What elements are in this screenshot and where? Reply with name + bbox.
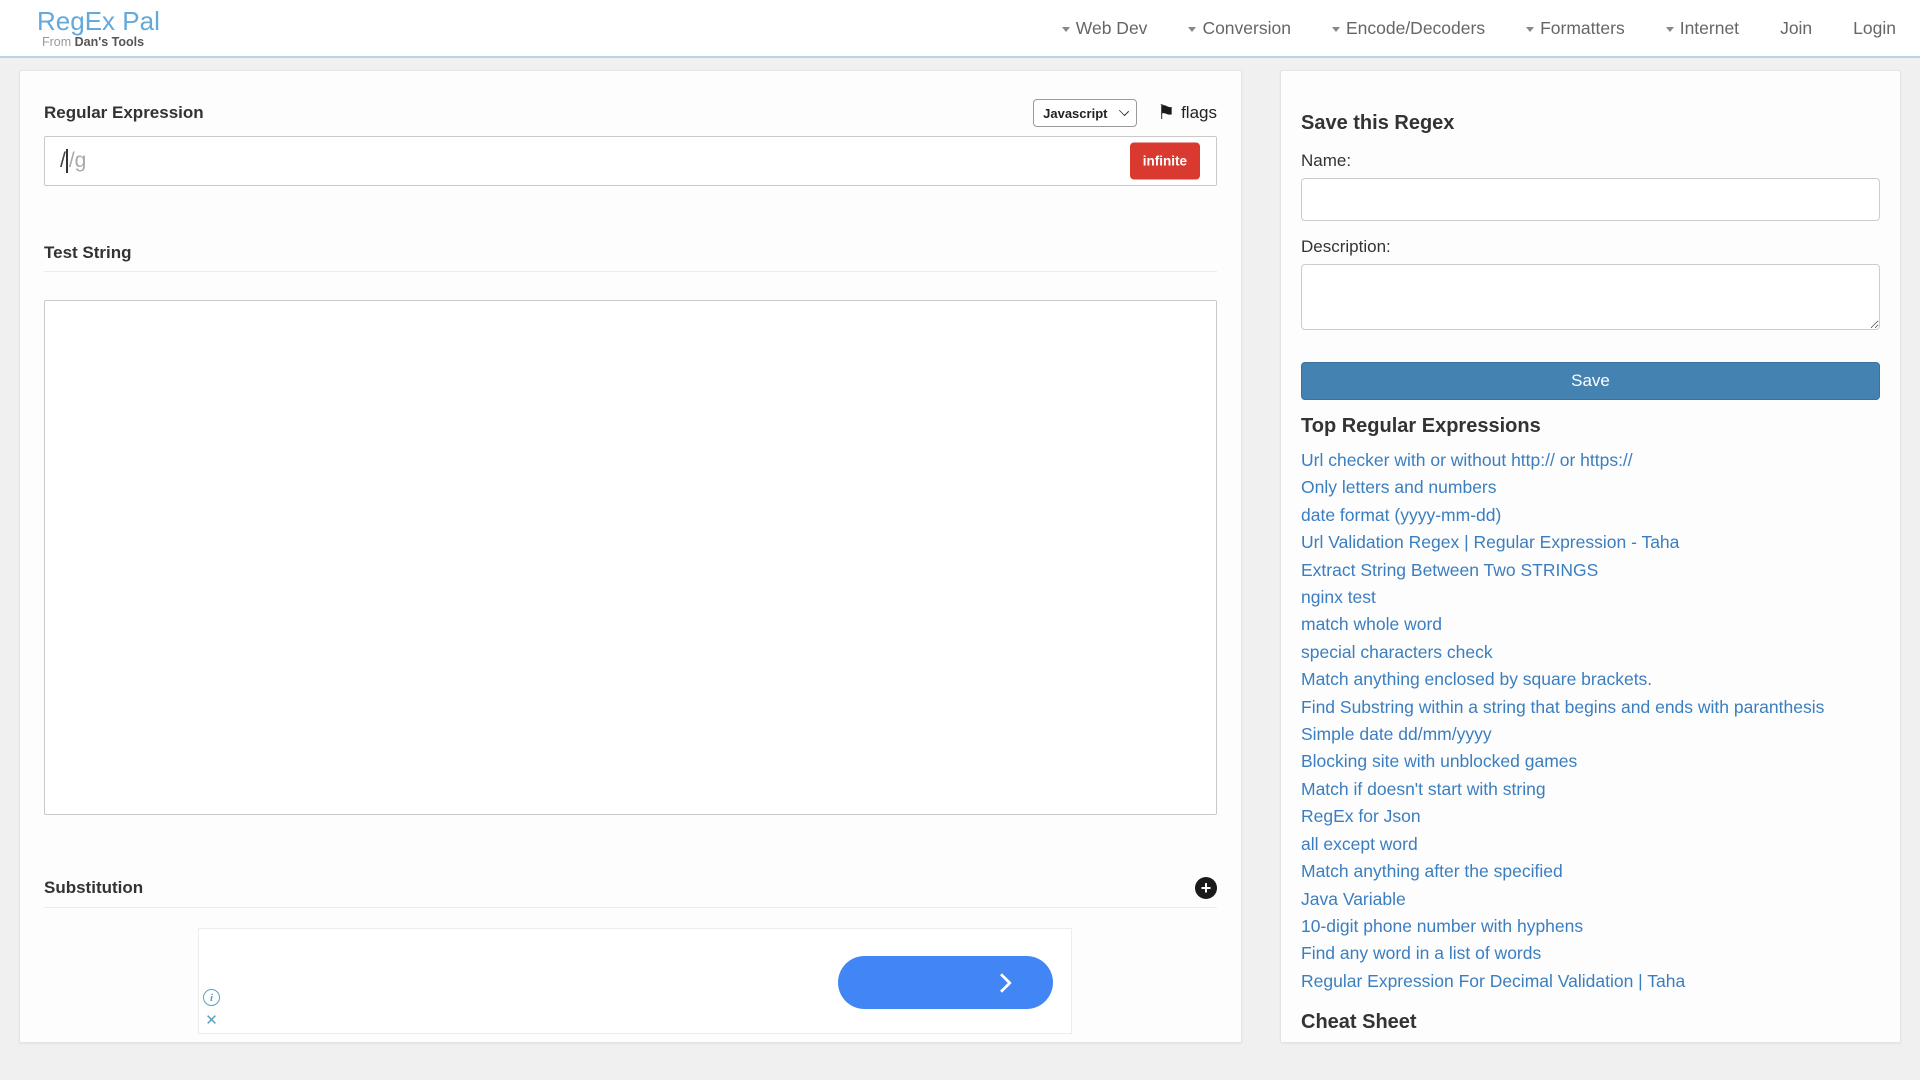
regex-delimiter-open: / (60, 149, 66, 172)
divider (44, 907, 1217, 908)
nav-item-join[interactable]: Join (1780, 18, 1812, 39)
top-regex-link[interactable]: nginx test (1301, 584, 1880, 611)
brand-tagline: From Dan's Tools (42, 35, 160, 49)
regex-delimiter-close: /g (69, 149, 87, 172)
top-regex-link[interactable]: Find Substring within a string that begi… (1301, 694, 1880, 721)
regex-editor-panel: Regular Expression Javascript ⚑ flags //… (19, 70, 1242, 1043)
top-regex-link[interactable]: Match anything after the specified (1301, 858, 1880, 885)
chevron-down-icon (1332, 27, 1340, 32)
top-regex-link[interactable]: Url checker with or without http:// or h… (1301, 447, 1880, 474)
top-regex-link[interactable]: Only letters and numbers (1301, 474, 1880, 501)
top-regex-link[interactable]: special characters check (1301, 639, 1880, 666)
top-regex-link[interactable]: Extract String Between Two STRINGS (1301, 557, 1880, 584)
description-label: Description: (1301, 237, 1880, 257)
top-regex-link[interactable]: Url Validation Regex | Regular Expressio… (1301, 529, 1880, 556)
top-regex-link[interactable]: match whole word (1301, 611, 1880, 638)
ad-close-icon[interactable]: ✕ (203, 1012, 220, 1029)
plus-icon: + (1201, 879, 1212, 897)
infinite-button[interactable]: infinite (1130, 143, 1200, 180)
nav-item-internet[interactable]: Internet (1666, 18, 1739, 39)
regex-tools: Javascript ⚑ flags (1033, 99, 1217, 127)
top-regex-title: Top Regular Expressions (1301, 415, 1880, 438)
regex-header-row: Regular Expression Javascript ⚑ flags (44, 99, 1217, 127)
chevron-down-icon (1188, 27, 1196, 32)
nav-item-label: Conversion (1202, 18, 1291, 39)
nav-item-web-dev[interactable]: Web Dev (1062, 18, 1148, 39)
brand-tagline-prefix: From (42, 35, 71, 49)
chevron-down-icon (1666, 27, 1674, 32)
chevron-down-icon (1526, 27, 1534, 32)
top-navbar: RegEx Pal From Dan's Tools Web Dev Conve… (0, 0, 1920, 58)
flavor-select-wrap: Javascript (1033, 99, 1137, 127)
nav-item-label: Web Dev (1076, 18, 1148, 39)
chevron-right-icon (995, 976, 1009, 990)
top-regex-list: Url checker with or without http:// or h… (1301, 447, 1880, 995)
ad-info-icon[interactable]: i (203, 989, 220, 1006)
top-regex-link[interactable]: Match anything enclosed by square bracke… (1301, 666, 1880, 693)
chevron-down-icon (1062, 27, 1070, 32)
regex-description-textarea[interactable] (1301, 264, 1880, 330)
nav-item-formatters[interactable]: Formatters (1526, 18, 1625, 39)
regex-input[interactable]: //g infinite (44, 136, 1217, 186)
test-string-label: Test String (44, 243, 1217, 263)
top-regex-link[interactable]: RegEx for Json (1301, 803, 1880, 830)
nav-item-conversion[interactable]: Conversion (1188, 18, 1291, 39)
test-string-textarea[interactable] (44, 300, 1217, 815)
flags-label: flags (1181, 103, 1217, 123)
regex-flavor-select[interactable]: Javascript (1033, 99, 1137, 127)
regular-expression-label: Regular Expression (44, 103, 204, 123)
top-regex-link[interactable]: all except word (1301, 831, 1880, 858)
nav-item-label: Join (1780, 18, 1812, 39)
save-button[interactable]: Save (1301, 362, 1880, 400)
sidebar-panel: Save this Regex Name: Description: Save … (1280, 70, 1901, 1043)
top-regex-link[interactable]: Simple date dd/mm/yyyy (1301, 721, 1880, 748)
add-substitution-button[interactable]: + (1195, 877, 1217, 899)
substitution-label: Substitution (44, 878, 143, 898)
nav-item-label: Encode/Decoders (1346, 18, 1485, 39)
cheat-sheet-title: Cheat Sheet (1301, 1011, 1880, 1034)
nav-item-label: Login (1853, 18, 1896, 39)
save-regex-title: Save this Regex (1301, 112, 1880, 135)
nav-item-label: Internet (1680, 18, 1739, 39)
top-regex-link[interactable]: Blocking site with unblocked games (1301, 748, 1880, 775)
regex-input-value: //g (60, 149, 86, 173)
name-label: Name: (1301, 151, 1880, 171)
regex-name-input[interactable] (1301, 178, 1880, 221)
top-regex-link[interactable]: Match if doesn't start with string (1301, 776, 1880, 803)
top-regex-link[interactable]: Regular Expression For Decimal Validatio… (1301, 968, 1880, 995)
brand-title: RegEx Pal (37, 7, 160, 35)
ad-banner: i ✕ (198, 928, 1072, 1034)
top-regex-link[interactable]: Find any word in a list of words (1301, 940, 1880, 967)
nav-item-label: Formatters (1540, 18, 1625, 39)
top-regex-link[interactable]: 10-digit phone number with hyphens (1301, 913, 1880, 940)
substitution-row: Substitution + (44, 877, 1217, 899)
brand-tagline-bold: Dan's Tools (75, 35, 144, 49)
divider (44, 271, 1217, 272)
ad-cta-button[interactable] (838, 956, 1053, 1009)
nav-item-login[interactable]: Login (1853, 18, 1896, 39)
nav-menu: Web Dev Conversion Encode/Decoders Forma… (1062, 0, 1896, 56)
flag-icon: ⚑ (1157, 103, 1175, 123)
flags-toggle[interactable]: ⚑ flags (1157, 103, 1217, 123)
nav-item-encode-decoders[interactable]: Encode/Decoders (1332, 18, 1485, 39)
top-regex-link[interactable]: date format (yyyy-mm-dd) (1301, 502, 1880, 529)
top-regex-link[interactable]: Java Variable (1301, 886, 1880, 913)
brand-logo[interactable]: RegEx Pal From Dan's Tools (37, 7, 160, 49)
